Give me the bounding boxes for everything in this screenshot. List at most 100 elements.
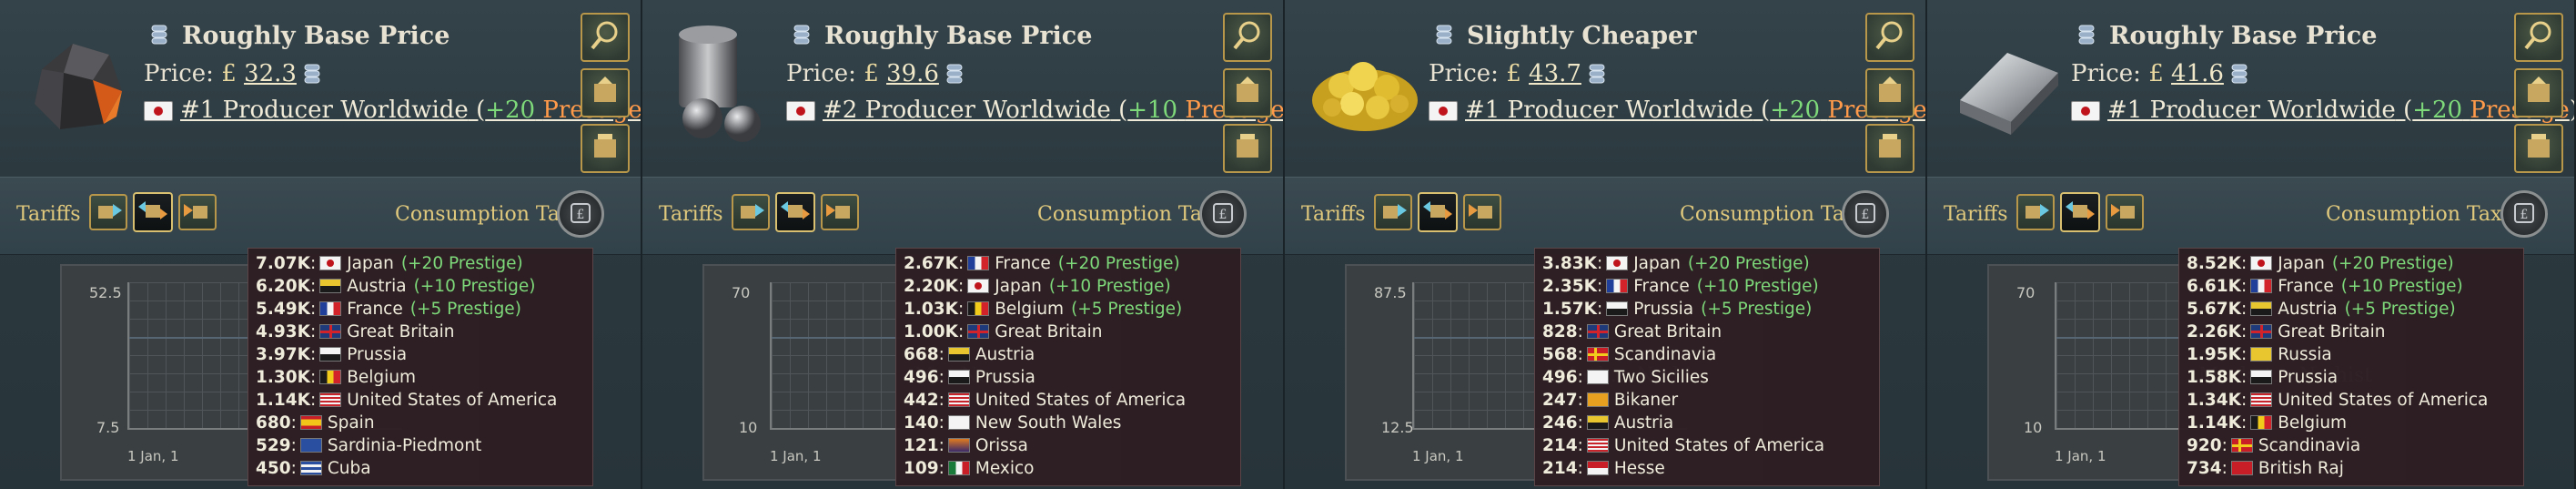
great-britain-flag-icon: [319, 323, 342, 339]
y-tick-bottom: 10: [739, 419, 758, 436]
tariff-neutral-button[interactable]: [1418, 192, 1458, 232]
producer-row: 4.93K: Great Britain: [256, 321, 592, 343]
tariff-export-button[interactable]: [821, 194, 859, 230]
trade-search-button[interactable]: [2514, 13, 2563, 62]
producer-rank-line[interactable]: #2 Producer Worldwide (+10 Prestige): [786, 97, 1283, 124]
tariff-import-button[interactable]: [1374, 194, 1412, 230]
good-panel-gold: Slightly Cheaper Price: £ 43.7 #1 Produc…: [1285, 0, 1927, 489]
trade-search-button[interactable]: [1223, 13, 1272, 62]
export-crate-icon: [1874, 130, 1906, 167]
iron-icon[interactable]: [659, 16, 786, 153]
producer-country: New South Wales: [975, 413, 1122, 433]
trade-search-button[interactable]: [1865, 13, 1914, 62]
export-crate-button[interactable]: [2514, 124, 2563, 173]
great-britain-flag-icon: [2250, 323, 2273, 339]
producer-rank-line[interactable]: #1 Producer Worldwide (+20 Prestige): [1429, 97, 1925, 124]
currency-symbol: £: [864, 60, 879, 87]
consumption-taxes-button[interactable]: £: [1842, 190, 1889, 238]
export-crate-button[interactable]: [581, 124, 630, 173]
prussia-flag-icon: [947, 369, 970, 384]
producer-amount: 450: [256, 459, 291, 478]
tariff-neutral-icon: [2066, 198, 2095, 227]
tariff-export-button[interactable]: [2106, 194, 2144, 230]
producer-rank-line[interactable]: #1 Producer Worldwide (+20 Prestige): [2071, 97, 2574, 124]
scandinavia-flag-icon: [2230, 437, 2253, 453]
mexico-flag-icon: [947, 460, 970, 475]
producer-country: Bikaner: [1613, 391, 1679, 410]
tariff-neutral-button[interactable]: [2060, 192, 2100, 232]
export-crate-button[interactable]: [1223, 124, 1272, 173]
import-crate-button[interactable]: [2514, 68, 2563, 117]
producer-rank: #1 Producer Worldwide: [1465, 97, 1753, 124]
trade-search-icon: [589, 19, 621, 56]
steel-icon[interactable]: [1944, 16, 2071, 153]
separator: :: [2240, 391, 2248, 410]
consumption-taxes-button[interactable]: £: [2500, 190, 2548, 238]
tariff-import-button[interactable]: [89, 194, 127, 230]
price-line[interactable]: Price: £ 39.6: [786, 60, 965, 88]
producer-row: 121: Orissa: [904, 434, 1240, 457]
price-line[interactable]: Price: £ 32.3: [144, 60, 322, 88]
import-crate-button[interactable]: [1865, 68, 1914, 117]
producer-row: 2.67K: France (+20 Prestige): [904, 252, 1240, 275]
trade-search-button[interactable]: [581, 13, 630, 62]
price-value: 41.6: [2171, 60, 2224, 87]
separator: :: [290, 459, 297, 478]
producer-row: 668: Austria: [904, 343, 1240, 366]
tariff-buttons: [89, 192, 217, 232]
price-line[interactable]: Price: £ 41.6: [2071, 60, 2249, 88]
tariff-neutral-button[interactable]: [775, 192, 815, 232]
export-crate-button[interactable]: [1865, 124, 1914, 173]
import-crate-button[interactable]: [581, 68, 630, 117]
separator: :: [2240, 300, 2248, 319]
separator: :: [957, 277, 965, 296]
consumption-taxes-button[interactable]: £: [557, 190, 604, 238]
austria-flag-icon: [2250, 301, 2273, 316]
tariff-import-button[interactable]: [732, 194, 770, 230]
consumption-taxes-button[interactable]: £: [1199, 190, 1247, 238]
tariff-import-button[interactable]: [2016, 194, 2055, 230]
separator: :: [1596, 277, 1603, 296]
paren-open: (: [1110, 97, 1128, 124]
producer-row: 1.95K: Russia: [2187, 343, 2523, 366]
paren-open: (: [1753, 97, 1771, 124]
separator: :: [2240, 368, 2248, 387]
goods-strip: Roughly Base Price Price: £ 32.3 #1 Prod…: [0, 0, 2576, 489]
y-tick-bottom: 10: [2024, 419, 2043, 436]
import-crate-button[interactable]: [1223, 68, 1272, 117]
tariff-neutral-icon: [781, 198, 810, 227]
tariff-buttons: [2016, 192, 2144, 232]
producer-row: 920: Scandinavia: [2187, 434, 2523, 457]
separator: :: [2240, 254, 2248, 273]
producer-country: Austria: [975, 345, 1035, 364]
tariff-neutral-button[interactable]: [133, 192, 173, 232]
price-prefix: Price:: [144, 60, 222, 87]
tariff-export-button[interactable]: [1463, 194, 1501, 230]
tariff-neutral-icon: [138, 198, 167, 227]
tariff-export-button[interactable]: [178, 194, 217, 230]
producer-country: United States of America: [347, 391, 558, 410]
separator: :: [2240, 322, 2248, 341]
producer-row: 1.14K: United States of America: [256, 389, 592, 412]
price-line[interactable]: Price: £ 43.7: [1429, 60, 1607, 88]
price-prefix: Price:: [2071, 60, 2149, 87]
producer-row: 5.67K: Austria (+5 Prestige): [2187, 298, 2523, 321]
producer-country: Spain: [327, 413, 375, 433]
tariff-bar: Tariffs Consumption Taxes £: [1285, 177, 1925, 255]
separator: :: [938, 345, 945, 364]
producer-amount: 7.07K: [256, 254, 310, 273]
producer-country: United States of America: [975, 391, 1187, 410]
svg-text:£: £: [1219, 208, 1227, 222]
producer-prestige-bonus: (+20 Prestige): [1057, 254, 1180, 273]
trade-search-icon: [2522, 19, 2555, 56]
prussia-flag-icon: [1606, 301, 1629, 316]
producer-prestige-bonus: (+20 Prestige): [1687, 254, 1810, 273]
tax-seal-icon: £: [1854, 199, 1877, 229]
producer-country: France: [2278, 277, 2334, 296]
tariffs-label: Tariffs: [659, 203, 723, 226]
gold-icon[interactable]: [1301, 16, 1429, 153]
coal-icon[interactable]: [16, 16, 144, 153]
producer-row: 214: United States of America: [1542, 434, 1879, 457]
producer-amount: 734: [2187, 459, 2222, 478]
producer-rank-line[interactable]: #1 Producer Worldwide (+20 Prestige): [144, 97, 641, 124]
